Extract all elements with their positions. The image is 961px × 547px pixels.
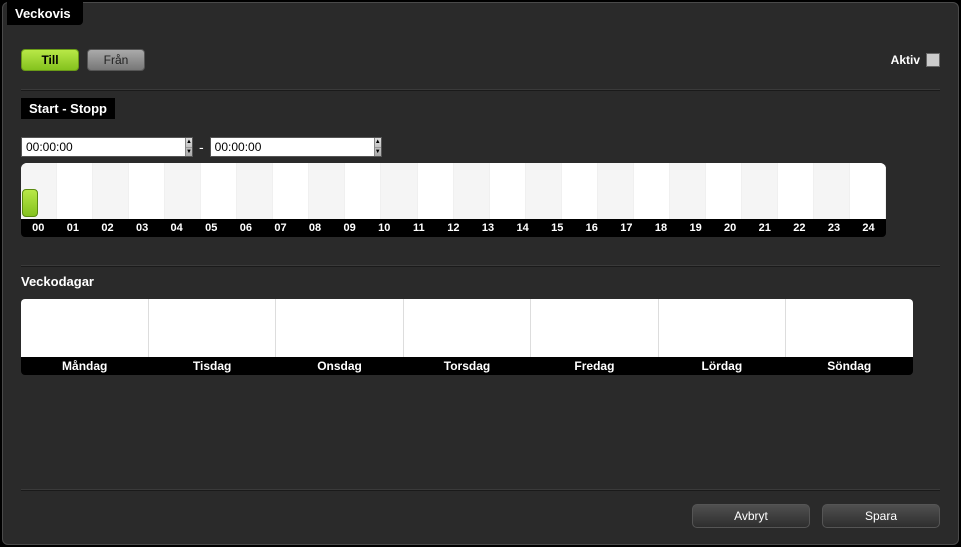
timeline-hour-cell[interactable] <box>201 163 237 219</box>
hour-label: 01 <box>56 219 91 237</box>
timeline-hour-cell[interactable] <box>598 163 634 219</box>
hour-label: 00 <box>21 219 56 237</box>
stop-time-input[interactable] <box>211 138 374 156</box>
stop-time-spinner[interactable]: ▲ ▼ <box>374 138 381 156</box>
start-time-spinner[interactable]: ▲ ▼ <box>185 138 192 156</box>
hour-label: 04 <box>159 219 194 237</box>
window-title: Veckovis <box>7 2 83 25</box>
weekday-label: Tisdag <box>148 357 275 375</box>
weekdays-labels: MåndagTisdagOnsdagTorsdagFredagLördagSön… <box>21 357 913 375</box>
hour-label: 16 <box>575 219 610 237</box>
spinner-up-icon[interactable]: ▲ <box>375 138 381 148</box>
timeline-hour-cell[interactable] <box>850 163 886 219</box>
active-checkbox-group: Aktiv <box>891 53 940 67</box>
hour-label: 17 <box>609 219 644 237</box>
timeline-hour-cell[interactable] <box>237 163 273 219</box>
weekday-label: Måndag <box>21 357 148 375</box>
timeline-hour-cell[interactable] <box>778 163 814 219</box>
timeline-hour-cell[interactable] <box>273 163 309 219</box>
divider <box>21 265 940 266</box>
hour-label: 14 <box>505 219 540 237</box>
timeline-hour-cell[interactable] <box>742 163 778 219</box>
timeline-hour-cell[interactable] <box>129 163 165 219</box>
spinner-down-icon[interactable]: ▼ <box>186 148 192 157</box>
toggle-on-button[interactable]: Till <box>21 49 79 71</box>
hour-label: 08 <box>298 219 333 237</box>
weekday-label: Söndag <box>786 357 913 375</box>
hour-label: 23 <box>817 219 852 237</box>
hour-label: 19 <box>678 219 713 237</box>
hour-label: 13 <box>471 219 506 237</box>
weekday-cell[interactable] <box>404 299 532 357</box>
timeline-hour-cell[interactable] <box>57 163 93 219</box>
weekday-cell[interactable] <box>659 299 787 357</box>
timeline-track[interactable] <box>21 163 886 219</box>
weekday-cell[interactable] <box>531 299 659 357</box>
divider <box>21 89 940 90</box>
hour-label: 03 <box>125 219 160 237</box>
hour-label: 10 <box>367 219 402 237</box>
timeline-hour-cell[interactable] <box>562 163 598 219</box>
start-stop-heading: Start - Stopp <box>21 98 115 119</box>
weekly-schedule-dialog: Veckovis Till Från Aktiv Start - Stopp ▲… <box>2 2 959 545</box>
start-time-input[interactable] <box>22 138 185 156</box>
hour-label: 20 <box>713 219 748 237</box>
hour-label: 05 <box>194 219 229 237</box>
weekday-cell[interactable] <box>276 299 404 357</box>
hour-label: 15 <box>540 219 575 237</box>
spinner-down-icon[interactable]: ▼ <box>375 148 381 157</box>
on-off-toggle: Till Från <box>21 49 145 71</box>
active-checkbox[interactable] <box>926 53 940 67</box>
spinner-up-icon[interactable]: ▲ <box>186 138 192 148</box>
start-time-field[interactable]: ▲ ▼ <box>21 137 193 157</box>
weekdays-track[interactable] <box>21 299 913 357</box>
timeline-hour-cell[interactable] <box>93 163 129 219</box>
timeline-hour-cell[interactable] <box>165 163 201 219</box>
weekday-cell[interactable] <box>149 299 277 357</box>
hour-label: 12 <box>436 219 471 237</box>
timeline-hour-cell[interactable] <box>526 163 562 219</box>
hour-label: 07 <box>263 219 298 237</box>
hour-label: 11 <box>402 219 437 237</box>
timeline-hour-cell[interactable] <box>634 163 670 219</box>
timeline-hour-cell[interactable] <box>309 163 345 219</box>
timeline-hour-labels: 0001020304050607080910111213141516171819… <box>21 219 886 237</box>
timeline-hour-cell[interactable] <box>381 163 417 219</box>
timeline-hour-cell[interactable] <box>454 163 490 219</box>
hour-label: 18 <box>644 219 679 237</box>
weekday-cell[interactable] <box>21 299 149 357</box>
timeline-hour-cell[interactable] <box>345 163 381 219</box>
weekday-label: Torsdag <box>403 357 530 375</box>
weekdays-heading: Veckodagar <box>21 274 940 289</box>
timeline-hour-cell[interactable] <box>418 163 454 219</box>
weekday-label: Onsdag <box>276 357 403 375</box>
weekday-label: Lördag <box>658 357 785 375</box>
toggle-off-button[interactable]: Från <box>87 49 145 71</box>
weekday-cell[interactable] <box>786 299 913 357</box>
hour-label: 21 <box>747 219 782 237</box>
timeline-handle[interactable] <box>22 189 38 217</box>
timeline-hour-cell[interactable] <box>670 163 706 219</box>
hour-label: 24 <box>851 219 886 237</box>
hour-label: 22 <box>782 219 817 237</box>
timeline-hour-cell[interactable] <box>490 163 526 219</box>
hour-label: 09 <box>332 219 367 237</box>
time-separator: - <box>199 139 204 155</box>
divider <box>21 489 940 490</box>
hour-label: 06 <box>229 219 264 237</box>
save-button[interactable]: Spara <box>822 504 940 528</box>
timeline-hour-cell[interactable] <box>814 163 850 219</box>
cancel-button[interactable]: Avbryt <box>692 504 810 528</box>
weekday-label: Fredag <box>531 357 658 375</box>
stop-time-field[interactable]: ▲ ▼ <box>210 137 382 157</box>
timeline-hour-cell[interactable] <box>706 163 742 219</box>
active-label: Aktiv <box>891 53 920 67</box>
hour-label: 02 <box>90 219 125 237</box>
